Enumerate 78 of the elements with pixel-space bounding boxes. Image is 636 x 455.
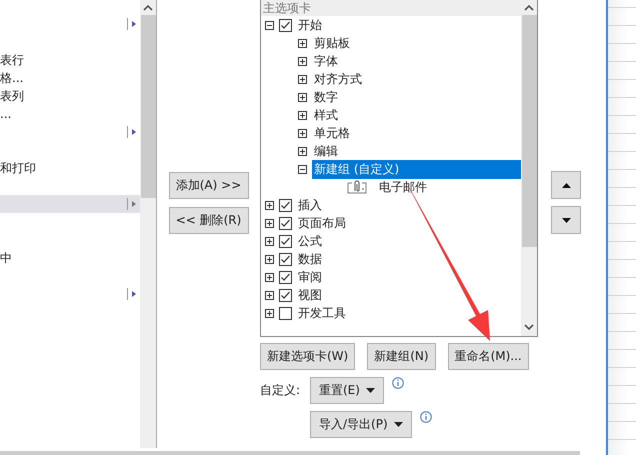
tree-action-button[interactable]: 新建选项卡(W) [260, 343, 356, 370]
tree-item[interactable]: 视图 [296, 286, 324, 304]
scroll-up-icon[interactable] [524, 4, 534, 11]
info-icon[interactable] [420, 411, 432, 423]
tree-item[interactable]: 开发工具 [296, 304, 348, 322]
tree-item[interactable]: 公式 [296, 232, 324, 250]
list-item[interactable]: ... [0, 105, 140, 123]
scroll-up-icon[interactable] [143, 4, 153, 11]
list-item-label: ... [0, 107, 12, 121]
up-triangle-icon [562, 182, 570, 188]
expander-icon[interactable] [265, 20, 274, 30]
expander-icon[interactable] [298, 146, 307, 156]
tree-action-button[interactable]: 重命名(M)... [448, 343, 529, 370]
tree-item[interactable]: 插入 [296, 196, 324, 214]
expander-icon[interactable] [265, 254, 274, 264]
tree-item[interactable]: 数字 [312, 88, 340, 106]
tree-item[interactable]: 剪贴板 [312, 34, 352, 52]
list-item-label: 表列 [0, 88, 24, 104]
checkbox[interactable] [279, 252, 292, 266]
list-item-label: 和打印 [0, 160, 36, 176]
checkbox[interactable] [279, 234, 292, 248]
tree-item[interactable]: 开始 [296, 16, 324, 34]
checkbox[interactable] [279, 198, 292, 212]
expander-icon[interactable] [265, 290, 274, 300]
expander-icon[interactable] [265, 308, 274, 318]
tree-item[interactable]: 审阅 [296, 268, 324, 286]
expander-icon[interactable] [298, 128, 307, 138]
tree-action-button[interactable]: 新建组(N) [367, 343, 436, 370]
tree-item[interactable]: 编辑 [312, 142, 340, 160]
checkbox[interactable] [279, 18, 292, 32]
checkbox[interactable] [279, 270, 292, 284]
reset-button[interactable]: 重置(E) [310, 377, 384, 404]
caret-icon [366, 388, 375, 393]
list-item[interactable]: 格... [0, 69, 140, 87]
expander-icon[interactable] [298, 164, 307, 174]
scroll-down-icon[interactable] [524, 324, 534, 331]
expander-icon[interactable] [265, 200, 274, 210]
tree-item[interactable]: 对齐方式 [312, 70, 364, 88]
list-item[interactable]: 中 [0, 249, 140, 267]
checkbox[interactable] [279, 306, 292, 320]
expander-icon[interactable] [265, 236, 274, 246]
info-icon[interactable] [392, 377, 404, 389]
down-triangle-icon [562, 218, 570, 222]
paperclip-icon [347, 180, 367, 194]
move-up-button[interactable] [551, 171, 581, 199]
expander-icon[interactable] [265, 272, 274, 282]
caret-icon [394, 422, 403, 427]
list-item-label: 表行 [0, 52, 24, 68]
list-item[interactable]: 表列 [0, 87, 140, 105]
expander-icon[interactable] [298, 38, 307, 48]
checkbox[interactable] [279, 288, 292, 302]
scrollbar[interactable] [140, 0, 156, 448]
expander-icon[interactable] [298, 56, 307, 66]
transfer-button[interactable]: 添加(A) >> [168, 172, 248, 199]
tree-item[interactable]: 字体 [312, 52, 340, 70]
transfer-button[interactable]: << 删除(R) [168, 207, 248, 234]
customize-label: 自定义: [260, 382, 302, 399]
list-item[interactable]: 和打印 [0, 159, 140, 177]
scrollbar[interactable] [521, 0, 537, 336]
tree-item[interactable]: 数据 [296, 250, 324, 268]
tree-item[interactable]: 电子邮件 [377, 178, 429, 196]
list-item[interactable]: 表行 [0, 51, 140, 69]
move-down-button[interactable] [551, 206, 581, 234]
expander-icon[interactable] [265, 218, 274, 228]
list-item-label: 格... [0, 70, 24, 86]
scrollbar-thumb[interactable] [522, 15, 536, 247]
import-export-button[interactable]: 导入/导出(P) [310, 411, 412, 438]
checkbox[interactable] [279, 216, 292, 230]
expander-icon[interactable] [298, 110, 307, 120]
expander-icon[interactable] [298, 74, 307, 84]
tree-item[interactable]: 样式 [312, 106, 340, 124]
tree-item[interactable]: 单元格 [312, 124, 352, 142]
tree-item[interactable]: 新建组 (自定义) [312, 160, 521, 178]
expander-icon[interactable] [298, 92, 307, 102]
list-item-label: 中 [0, 250, 12, 266]
scrollbar-thumb[interactable] [140, 15, 156, 198]
tree-item[interactable]: 页面布局 [296, 214, 348, 232]
tree-header: 主选项卡 [261, 0, 521, 16]
